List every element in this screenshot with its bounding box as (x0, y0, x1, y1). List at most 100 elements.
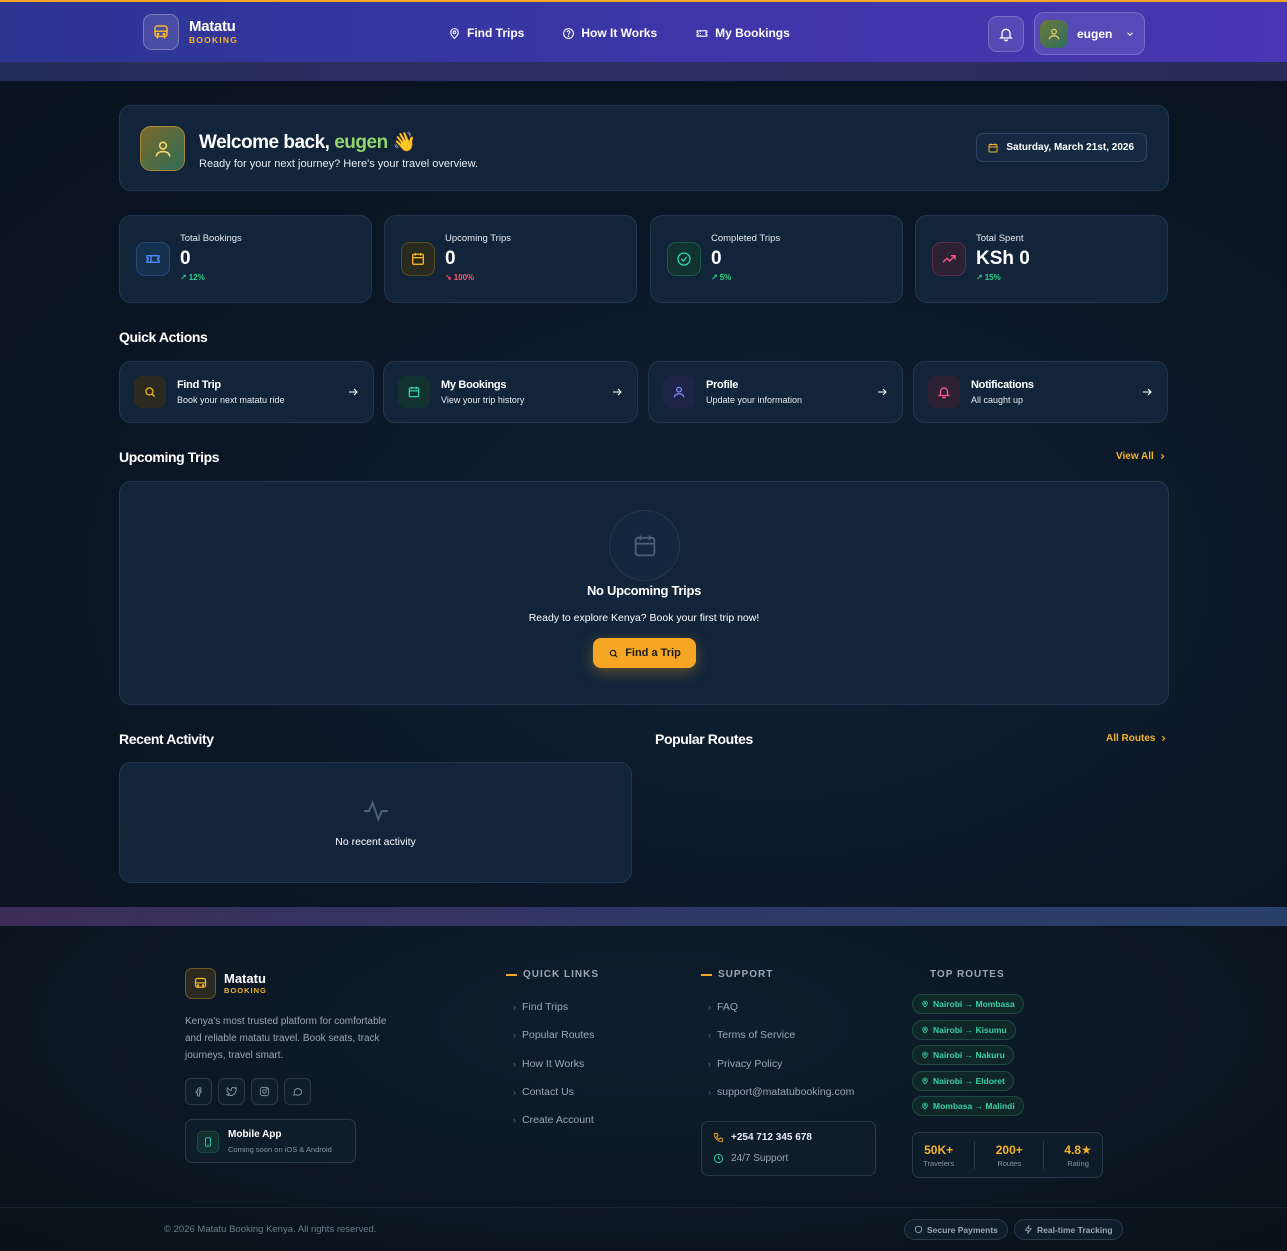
nav-find-trips[interactable]: Find Trips (448, 26, 524, 40)
welcome-subtitle: Ready for your next journey? Here's your… (199, 158, 479, 170)
shield-icon (914, 1225, 923, 1234)
footer: Matatu BOOKING Kenya's most trusted plat… (0, 926, 1287, 1251)
footer-stat: 4.8★ Rating (1064, 1143, 1091, 1168)
nav-my-bookings[interactable]: My Bookings (695, 26, 790, 40)
help-circle-icon (562, 27, 575, 40)
chevron-right-icon: › (513, 1030, 516, 1041)
footer-stats: 50K+ Travelers 200+ Routes 4.8★ Rating (912, 1132, 1103, 1178)
footer-stat: 50K+ Travelers (923, 1143, 954, 1168)
twitter-icon[interactable] (218, 1078, 245, 1105)
welcome-card: Welcome back, eugen 👋 Ready for your nex… (119, 105, 1169, 191)
calendar-icon (398, 376, 430, 408)
avatar (1040, 19, 1068, 48)
support-hours-line: 24/7 Support (713, 1153, 788, 1164)
brand[interactable]: Matatu BOOKING (143, 14, 238, 50)
quick-action-subtitle: View your trip history (441, 395, 525, 405)
footer-link-popular-routes[interactable]: › Popular Routes (513, 1021, 594, 1049)
quick-links-title: QUICK LINKS (506, 969, 599, 980)
empty-activity-text: No recent activity (335, 836, 416, 848)
stat-value: 0 (711, 248, 722, 269)
route-pill[interactable]: Mombasa → Malindi (912, 1096, 1024, 1116)
ticket-icon (695, 27, 709, 40)
phone-line[interactable]: +254 712 345 678 (713, 1132, 812, 1143)
quick-action-subtitle: All caught up (971, 395, 1024, 405)
route-pill[interactable]: Nairobi → Nakuru (912, 1045, 1014, 1065)
check-circle-icon (667, 242, 701, 276)
secure-payments-badge: Secure Payments (904, 1219, 1008, 1240)
stat-trend: ↗ 12% (180, 273, 205, 282)
footer-bottom-divider (0, 1207, 1287, 1208)
footer-stat-value: 200+ (995, 1142, 1023, 1157)
chat-icon[interactable] (284, 1078, 311, 1105)
popular-routes-title: Popular Routes (655, 731, 753, 747)
stat-trend: ↗ 15% (976, 273, 1001, 282)
zap-icon (1024, 1225, 1033, 1234)
footer-link-privacy[interactable]: › Privacy Policy (708, 1050, 854, 1078)
calendar-icon (609, 510, 680, 581)
footer-link-contact-us[interactable]: › Contact Us (513, 1078, 594, 1106)
user-icon (140, 126, 185, 171)
all-routes-link[interactable]: All Routes (1106, 733, 1168, 744)
footer-link-support-email[interactable]: › support@matatubooking.com (708, 1078, 854, 1106)
phone-icon (713, 1132, 724, 1143)
quick-action-profile[interactable]: Profile Update your information (648, 361, 903, 423)
empty-state-subtitle: Ready to explore Kenya? Book your first … (528, 612, 760, 624)
mobile-app-card: Mobile App Coming soon on iOS & Android (185, 1119, 356, 1163)
route-pill[interactable]: Nairobi → Eldoret (912, 1070, 1014, 1091)
instagram-icon[interactable] (251, 1078, 278, 1105)
footer-link-terms[interactable]: › Terms of Service (708, 1021, 854, 1049)
support-title: SUPPORT (701, 969, 773, 980)
map-pin-icon (921, 1000, 929, 1008)
header-divider (0, 62, 1287, 81)
chevron-right-icon: › (513, 1087, 516, 1098)
footer-stat-label: Routes (997, 1158, 1022, 1168)
footer-brand-name: Matatu (224, 971, 266, 987)
quick-action-find-trip[interactable]: Find Trip Book your next matatu ride (119, 361, 374, 423)
footer-link-faq[interactable]: › FAQ (708, 993, 854, 1021)
view-all-link[interactable]: View All (1116, 451, 1167, 462)
welcome-user-name: eugen (334, 132, 388, 153)
chevron-right-icon: › (708, 1030, 711, 1041)
quick-action-my-bookings[interactable]: My Bookings View your trip history (383, 361, 638, 423)
trending-up-icon: ↗ (976, 273, 983, 282)
upcoming-trips-title: Upcoming Trips (119, 449, 220, 465)
main-nav: Find Trips How It Works My Bookings (448, 26, 790, 40)
arrow-right-icon (611, 386, 623, 398)
route-pill[interactable]: Nairobi → Mombasa (912, 994, 1024, 1014)
phone-number: +254 712 345 678 (731, 1132, 812, 1143)
support-links-list: › FAQ › Terms of Service › Privacy Policy ›… (708, 993, 854, 1106)
nav-label: My Bookings (715, 26, 790, 40)
facebook-icon[interactable] (185, 1078, 212, 1105)
user-name: eugen (1077, 26, 1113, 41)
view-all-label: View All (1116, 451, 1154, 462)
footer-stat-label: Rating (1067, 1158, 1089, 1168)
quick-action-title: Find Trip (177, 379, 221, 391)
ticket-icon (136, 242, 170, 276)
user-menu-button[interactable]: eugen (1034, 12, 1145, 55)
trending-up-icon: ↗ (180, 273, 187, 282)
current-date: Saturday, March 21st, 2026 (1006, 142, 1134, 153)
empty-state-title: No Upcoming Trips (586, 583, 702, 598)
footer-divider (0, 907, 1287, 926)
notifications-button[interactable] (988, 16, 1024, 52)
footer-link-how-it-works[interactable]: › How It Works (513, 1050, 594, 1078)
chevron-right-icon: › (513, 1058, 516, 1069)
footer-description: Kenya's most trusted platform for comfor… (185, 1016, 387, 1061)
footer-brand-subtitle: BOOKING (224, 986, 267, 996)
mobile-app-subtitle: Coming soon on iOS & Android (228, 1145, 332, 1154)
welcome-greeting: Welcome back, (199, 132, 330, 153)
arrow-right-icon (347, 386, 359, 398)
chevron-right-icon: › (708, 1002, 711, 1013)
trending-up-icon (932, 242, 966, 276)
quick-action-notifications[interactable]: Notifications All caught up (913, 361, 1168, 423)
stat-label: Total Bookings (180, 233, 242, 244)
footer-brand[interactable]: Matatu BOOKING (185, 968, 267, 999)
map-pin-icon (921, 1077, 929, 1085)
footer-stat-value: 4.8★ (1064, 1142, 1092, 1157)
find-a-trip-button[interactable]: Find a Trip (593, 638, 696, 668)
route-pill[interactable]: Nairobi → Kisumu (912, 1019, 1016, 1040)
footer-link-find-trips[interactable]: › Find Trips (513, 993, 594, 1021)
stat-label: Total Spent (976, 233, 1024, 244)
nav-how-it-works[interactable]: How It Works (562, 26, 657, 40)
footer-link-create-account[interactable]: › Create Account (513, 1106, 594, 1134)
